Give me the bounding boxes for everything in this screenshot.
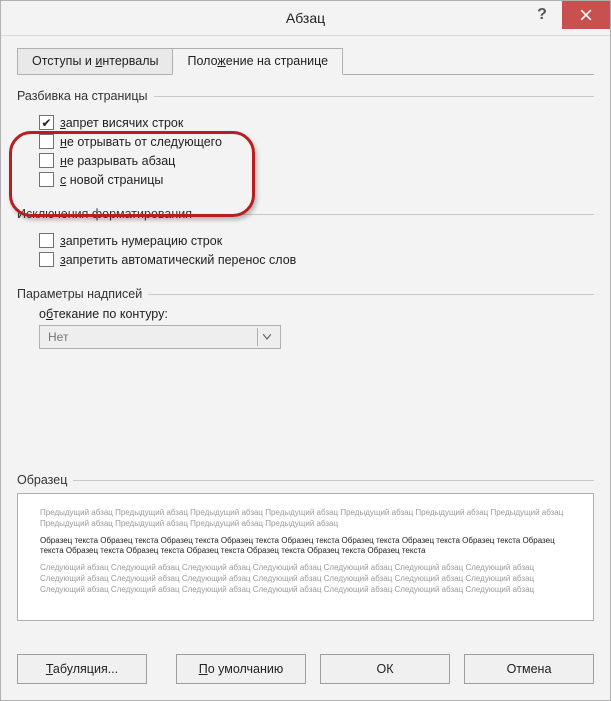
group-pagination-header: Разбивка на страницы [17,89,594,103]
checkbox-icon [39,153,54,168]
cancel-button[interactable]: Отмена [464,654,594,684]
title-bar: Абзац ? [1,1,610,36]
preview-next-text: Следующий абзац Следующий абзац Следующи… [40,563,571,595]
ok-button[interactable]: ОК [320,654,450,684]
chevron-down-icon [257,328,276,346]
preview-sample-text: Образец текста Образец текста Образец те… [40,536,571,558]
help-button[interactable]: ? [522,1,562,29]
group-pagination-content: запрет висячих строк не отрывать от след… [17,109,594,193]
set-default-button[interactable]: По умолчанию [176,654,306,684]
dialog-title: Абзац [286,10,325,26]
group-preview: Образец Предыдущий абзац Предыдущий абза… [17,473,594,621]
close-button[interactable] [562,1,610,29]
group-pagination: Разбивка на страницы запрет висячих стро… [17,89,594,193]
tabs-button[interactable]: Табуляция... [17,654,147,684]
button-bar: Табуляция... По умолчанию ОК Отмена [1,640,610,700]
group-formatting-title: Исключения форматирования [17,207,192,221]
group-formatting: Исключения форматирования запретить нуме… [17,207,594,273]
checkbox-icon [39,115,54,130]
group-textbox-header: Параметры надписей [17,287,594,301]
preview-box: Предыдущий абзац Предыдущий абзац Предыд… [17,493,594,621]
tight-wrap-label: обтекание по контуру: [39,307,594,321]
tab-position[interactable]: Положение на странице [172,48,343,75]
dialog-window: Абзац ? Отступы и интервалы Положение на… [0,0,611,701]
checkbox-widow-control[interactable]: запрет висячих строк [39,115,594,130]
dialog-body: Отступы и интервалы Положение на страниц… [1,36,610,640]
checkbox-keep-together[interactable]: не разрывать абзац [39,153,594,168]
preview-prev-text: Предыдущий абзац Предыдущий абзац Предыд… [40,508,571,530]
checkbox-keep-with-next[interactable]: не отрывать от следующего [39,134,594,149]
checkbox-icon [39,252,54,267]
group-textbox: Параметры надписей обтекание по контуру:… [17,287,594,349]
checkbox-no-hyphenation[interactable]: запретить автоматический перенос слов [39,252,594,267]
tight-wrap-select[interactable]: Нет [39,325,281,349]
checkbox-label: запрет висячих строк [60,116,183,130]
group-textbox-title: Параметры надписей [17,287,142,301]
group-preview-header: Образец [17,473,594,487]
group-formatting-header: Исключения форматирования [17,207,594,221]
checkbox-icon [39,134,54,149]
title-buttons: ? [522,1,610,29]
group-pagination-title: Разбивка на страницы [17,89,148,103]
tab-indents[interactable]: Отступы и интервалы [17,48,173,75]
checkbox-icon [39,233,54,248]
checkbox-label: не отрывать от следующего [60,135,222,149]
group-formatting-content: запретить нумерацию строк запретить авто… [17,227,594,273]
checkbox-suppress-line-numbers[interactable]: запретить нумерацию строк [39,233,594,248]
checkbox-label: запретить автоматический перенос слов [60,253,296,267]
tight-wrap-value: Нет [48,330,68,344]
close-icon [580,9,592,21]
checkbox-label: запретить нумерацию строк [60,234,222,248]
group-preview-title: Образец [17,473,67,487]
checkbox-label: не разрывать абзац [60,154,175,168]
checkbox-page-break-before[interactable]: с новой страницы [39,172,594,187]
checkbox-label: с новой страницы [60,173,163,187]
tab-strip: Отступы и интервалы Положение на страниц… [17,48,594,75]
checkbox-icon [39,172,54,187]
